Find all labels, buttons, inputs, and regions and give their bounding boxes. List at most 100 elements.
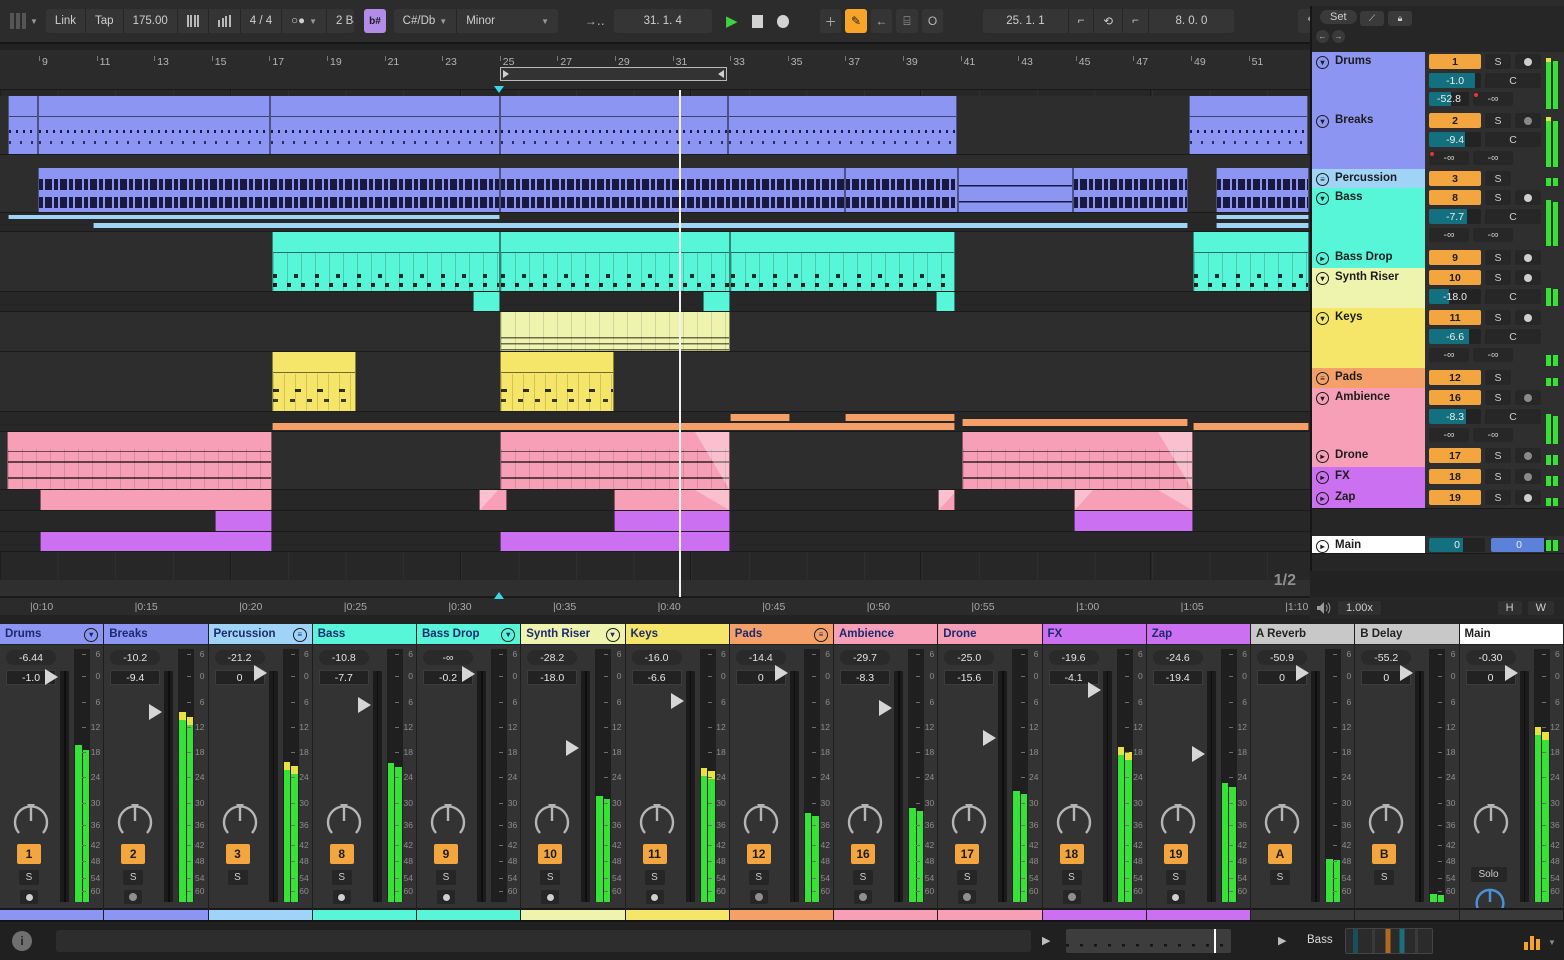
- mixer-strip-header[interactable]: Percussion ≡: [208, 624, 312, 645]
- tap-tempo-button[interactable]: Tap: [86, 9, 124, 33]
- track-name-cell[interactable]: ▾ Keys: [1312, 308, 1425, 368]
- fader-track[interactable]: [789, 671, 799, 902]
- clip[interactable]: [1074, 511, 1193, 531]
- arm-button[interactable]: [1515, 250, 1541, 265]
- metronome-icon[interactable]: [178, 9, 210, 33]
- mixer-strip-main[interactable]: Main -0.30 0 6 0 6 12 18 24 30 36 42 48 54 60 Solo: [1459, 624, 1564, 920]
- crossfade-color-bar[interactable]: [1042, 908, 1146, 920]
- peak-level-field[interactable]: -0.30: [1465, 650, 1516, 665]
- track-number-badge[interactable]: 12: [746, 844, 771, 864]
- track-lane-percussion[interactable]: [0, 213, 1310, 232]
- fader-value-field[interactable]: -15.6: [944, 670, 995, 685]
- fader-value-field[interactable]: -7.7: [318, 670, 369, 685]
- solo-button[interactable]: S: [644, 870, 665, 885]
- track-header-bass-drop[interactable]: ▸ Bass Drop 9 S: [1312, 248, 1564, 269]
- automation-lane-icon[interactable]: ⟋: [1360, 11, 1384, 26]
- fader-handle[interactable]: [45, 669, 58, 686]
- arm-button[interactable]: [1515, 270, 1541, 285]
- clip[interactable]: [845, 414, 955, 421]
- fold-icon[interactable]: ▸: [1316, 492, 1329, 505]
- scale-root-select[interactable]: C#/Db ▼: [394, 9, 458, 33]
- mixer-strip-header[interactable]: Pads ≡: [729, 624, 833, 645]
- solo-button[interactable]: S: [19, 870, 39, 885]
- arm-button[interactable]: [1515, 490, 1541, 505]
- send-b-field[interactable]: -∞: [1473, 348, 1513, 362]
- send-b-field[interactable]: -∞: [1473, 228, 1513, 242]
- arm-button[interactable]: [1515, 54, 1541, 69]
- fader-track[interactable]: [1519, 671, 1529, 902]
- fold-icon[interactable]: ▸: [1316, 471, 1329, 484]
- fold-icon[interactable]: ▸: [1316, 450, 1329, 463]
- solo-button[interactable]: S: [1374, 870, 1395, 885]
- clip[interactable]: [962, 432, 1193, 489]
- mixer-strip-synth-riser[interactable]: Synth Riser ▾ -28.2 -18.0 6 0 6 12 18 24 30 36 42 48 5…: [521, 624, 626, 920]
- lock-icon[interactable]: 🔒︎: [1388, 11, 1412, 26]
- zoom-width-button[interactable]: W: [1527, 601, 1554, 615]
- arm-button[interactable]: [437, 890, 455, 904]
- solo-button[interactable]: S: [331, 870, 352, 885]
- pan-field[interactable]: C: [1485, 289, 1541, 304]
- device-preview-play-icon[interactable]: ▶: [1278, 934, 1286, 947]
- track-number-badge[interactable]: 10: [538, 844, 563, 864]
- track-number-badge[interactable]: 8: [1429, 190, 1481, 205]
- peak-level-field[interactable]: -50.9: [1257, 650, 1307, 665]
- clip[interactable]: [938, 490, 955, 510]
- crossfade-color-bar[interactable]: [834, 908, 938, 920]
- volume-field[interactable]: -6.6: [1429, 329, 1481, 344]
- track-number-badge[interactable]: 3: [225, 844, 250, 864]
- fader-handle[interactable]: [1191, 745, 1205, 762]
- solo-button[interactable]: S: [1485, 54, 1511, 69]
- fader-track[interactable]: [372, 671, 382, 902]
- solo-button[interactable]: S: [1165, 870, 1186, 885]
- solo-button[interactable]: S: [1270, 870, 1290, 885]
- track-header-percussion[interactable]: ≡ Percussion 3 S: [1312, 169, 1564, 189]
- track-number-badge[interactable]: 2: [121, 844, 146, 864]
- fader-handle[interactable]: [357, 697, 371, 714]
- mixer-strip-header[interactable]: Bass: [312, 624, 416, 645]
- track-header-synth-riser[interactable]: ▾ Synth Riser 10 S -18.0 C: [1312, 268, 1564, 309]
- clip[interactable]: [500, 232, 730, 291]
- track-number-badge[interactable]: 17: [955, 844, 980, 864]
- metronome2-icon[interactable]: [209, 9, 241, 33]
- mixer-strip-zap[interactable]: Zap -24.6 -19.4 6 0 6 12 18 24 30 36 42 48 54 60 19 S: [1146, 624, 1251, 920]
- solo-button[interactable]: S: [1061, 870, 1082, 885]
- track-lane-drums[interactable]: [0, 96, 1310, 155]
- track-name-cell[interactable]: ▸ Bass Drop: [1312, 248, 1425, 268]
- fold-icon[interactable]: ▾: [501, 627, 516, 642]
- track-header-bass[interactable]: ▾ Bass 8 S -7.7 C -∞ -∞: [1312, 188, 1564, 249]
- fader-handle[interactable]: [1400, 665, 1414, 681]
- fold-icon[interactable]: ▾: [1316, 312, 1329, 325]
- peak-level-field[interactable]: -∞: [423, 650, 473, 665]
- fader-track[interactable]: [164, 671, 174, 902]
- pan-knob[interactable]: [117, 803, 153, 844]
- punch-in-icon[interactable]: ⌐: [1069, 9, 1095, 33]
- solo-button[interactable]: S: [1485, 469, 1511, 484]
- peak-level-field[interactable]: -14.4: [735, 650, 786, 665]
- mixer-strip-header[interactable]: B Delay: [1355, 624, 1459, 645]
- track-number-badge[interactable]: 11: [1429, 310, 1481, 325]
- arm-button[interactable]: [1062, 890, 1081, 904]
- fade-in-handle[interactable]: [939, 490, 954, 510]
- pan-knob[interactable]: [534, 803, 570, 844]
- fader-track[interactable]: [998, 671, 1008, 902]
- tempo-field[interactable]: 175.00: [124, 9, 178, 33]
- clip[interactable]: [703, 292, 730, 311]
- solo-button[interactable]: S: [436, 870, 456, 885]
- clip[interactable]: [500, 352, 614, 411]
- clip-preview-thumbnail[interactable]: [1066, 929, 1231, 953]
- solo-button[interactable]: S: [853, 870, 873, 885]
- arm-button[interactable]: [1515, 310, 1541, 325]
- scale-name-select[interactable]: Minor ▼: [457, 9, 558, 33]
- solo-button[interactable]: S: [1485, 113, 1511, 128]
- punch-icon[interactable]: ⌸: [896, 9, 918, 33]
- clip[interactable]: [500, 167, 845, 212]
- clip[interactable]: [500, 312, 730, 351]
- arm-button[interactable]: [332, 890, 351, 904]
- send-a-field[interactable]: -∞: [1429, 151, 1469, 165]
- pan-field[interactable]: C: [1485, 329, 1541, 344]
- groove-icon[interactable]: ○● ▼: [282, 9, 327, 33]
- pan-field[interactable]: C: [1485, 209, 1541, 224]
- clip[interactable]: [500, 532, 730, 551]
- playback-speed-field[interactable]: 1.00x: [1338, 601, 1381, 615]
- main-pan-field[interactable]: 0: [1491, 538, 1547, 552]
